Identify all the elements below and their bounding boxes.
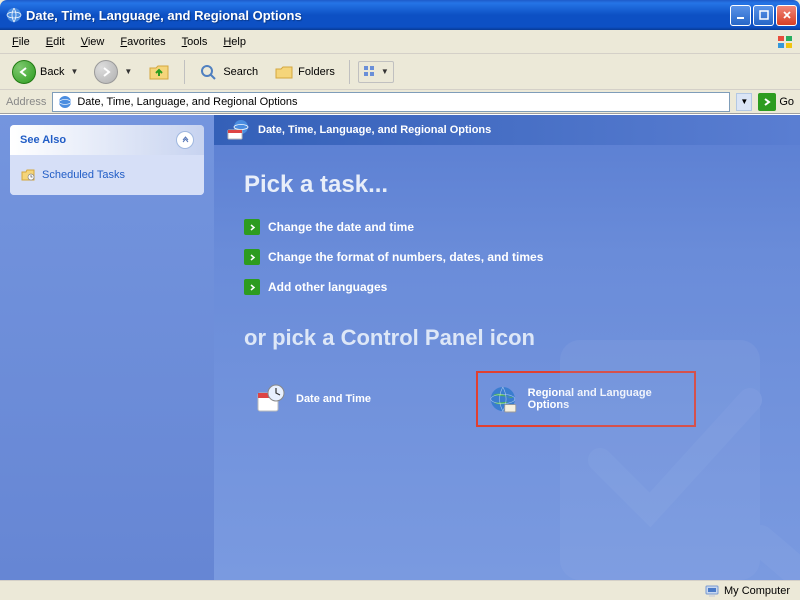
toolbar-separator (184, 60, 185, 84)
menubar: File Edit View Favorites Tools Help (0, 30, 800, 54)
task-arrow-icon (244, 249, 260, 265)
titlebar: Date, Time, Language, and Regional Optio… (0, 0, 800, 30)
scheduled-tasks-link[interactable]: Scheduled Tasks (20, 165, 194, 185)
scheduled-tasks-label: Scheduled Tasks (42, 169, 125, 181)
my-computer-icon (704, 583, 720, 599)
search-icon (199, 63, 219, 81)
status-location: My Computer (724, 585, 790, 597)
or-pick-title: or pick a Control Panel icon (244, 325, 770, 351)
main-body: Pick a task... Change the date and time … (214, 145, 800, 453)
cp-icon-label: Regional and Language Options (528, 387, 684, 411)
search-button[interactable]: Search (193, 59, 264, 85)
see-also-title: See Also (20, 134, 66, 146)
address-icon (57, 94, 73, 110)
folders-label: Folders (298, 66, 335, 78)
category-header: Date, Time, Language, and Regional Optio… (214, 115, 800, 145)
minimize-button[interactable] (730, 5, 751, 26)
statusbar: My Computer (0, 580, 800, 600)
folder-up-icon (148, 62, 170, 82)
close-button[interactable] (776, 5, 797, 26)
cp-icons-row: Date and Time Regional and Language Opti… (244, 371, 770, 427)
content-area: See Also Scheduled Tasks Date, Time, Lan… (0, 114, 800, 580)
task-label: Change the format of numbers, dates, and… (268, 250, 543, 264)
regional-language-icon-link[interactable]: Regional and Language Options (476, 371, 696, 427)
category-header-icon (226, 118, 250, 142)
up-button[interactable] (142, 58, 176, 86)
task-change-date-time[interactable]: Change the date and time (244, 219, 770, 235)
back-label: Back (40, 66, 64, 78)
task-change-format[interactable]: Change the format of numbers, dates, and… (244, 249, 770, 265)
forward-button[interactable]: ▼ (88, 56, 138, 88)
go-button[interactable]: Go (758, 93, 794, 111)
address-input[interactable]: Date, Time, Language, and Regional Optio… (52, 92, 730, 112)
titlebar-icon (6, 7, 22, 23)
sidebar: See Also Scheduled Tasks (0, 115, 214, 580)
collapse-icon[interactable] (176, 131, 194, 149)
forward-arrow-icon (94, 60, 118, 84)
menu-file[interactable]: File (4, 33, 38, 51)
back-dropdown-icon[interactable]: ▼ (70, 67, 78, 76)
go-label: Go (779, 96, 794, 108)
pick-task-title: Pick a task... (244, 171, 770, 199)
task-arrow-icon (244, 219, 260, 235)
date-time-icon (254, 383, 286, 415)
globe-icon (488, 383, 518, 415)
scheduled-tasks-icon (20, 167, 36, 183)
address-value: Date, Time, Language, and Regional Optio… (77, 96, 297, 108)
task-arrow-icon (244, 279, 260, 295)
date-and-time-icon-link[interactable]: Date and Time (244, 371, 464, 427)
menu-favorites[interactable]: Favorites (112, 33, 173, 51)
addressbar: Address Date, Time, Language, and Region… (0, 90, 800, 114)
go-arrow-icon (758, 93, 776, 111)
see-also-body: Scheduled Tasks (10, 155, 204, 195)
views-button[interactable]: ▼ (358, 61, 394, 83)
menu-tools[interactable]: Tools (174, 33, 216, 51)
search-label: Search (223, 66, 258, 78)
forward-dropdown-icon[interactable]: ▼ (124, 67, 132, 76)
toolbar-separator-2 (349, 60, 350, 84)
back-button[interactable]: Back ▼ (6, 56, 84, 88)
back-arrow-icon (12, 60, 36, 84)
views-dropdown-icon: ▼ (381, 67, 389, 76)
task-label: Change the date and time (268, 220, 414, 234)
menu-help[interactable]: Help (215, 33, 254, 51)
maximize-button[interactable] (753, 5, 774, 26)
window-title: Date, Time, Language, and Regional Optio… (26, 8, 730, 23)
folders-icon (274, 63, 294, 81)
folders-button[interactable]: Folders (268, 59, 341, 85)
task-label: Add other languages (268, 280, 387, 294)
cp-icon-label: Date and Time (296, 393, 371, 405)
address-dropdown[interactable]: ▼ (736, 93, 752, 111)
see-also-header[interactable]: See Also (10, 125, 204, 155)
toolbar: Back ▼ ▼ Search Folders ▼ (0, 54, 800, 90)
windows-flag-icon (776, 34, 796, 50)
menu-edit[interactable]: Edit (38, 33, 73, 51)
address-label: Address (6, 96, 46, 108)
menu-view[interactable]: View (73, 33, 113, 51)
views-icon (363, 65, 377, 79)
main-panel: Date, Time, Language, and Regional Optio… (214, 115, 800, 580)
category-header-title: Date, Time, Language, and Regional Optio… (258, 124, 491, 136)
see-also-panel: See Also Scheduled Tasks (10, 125, 204, 195)
task-add-languages[interactable]: Add other languages (244, 279, 770, 295)
